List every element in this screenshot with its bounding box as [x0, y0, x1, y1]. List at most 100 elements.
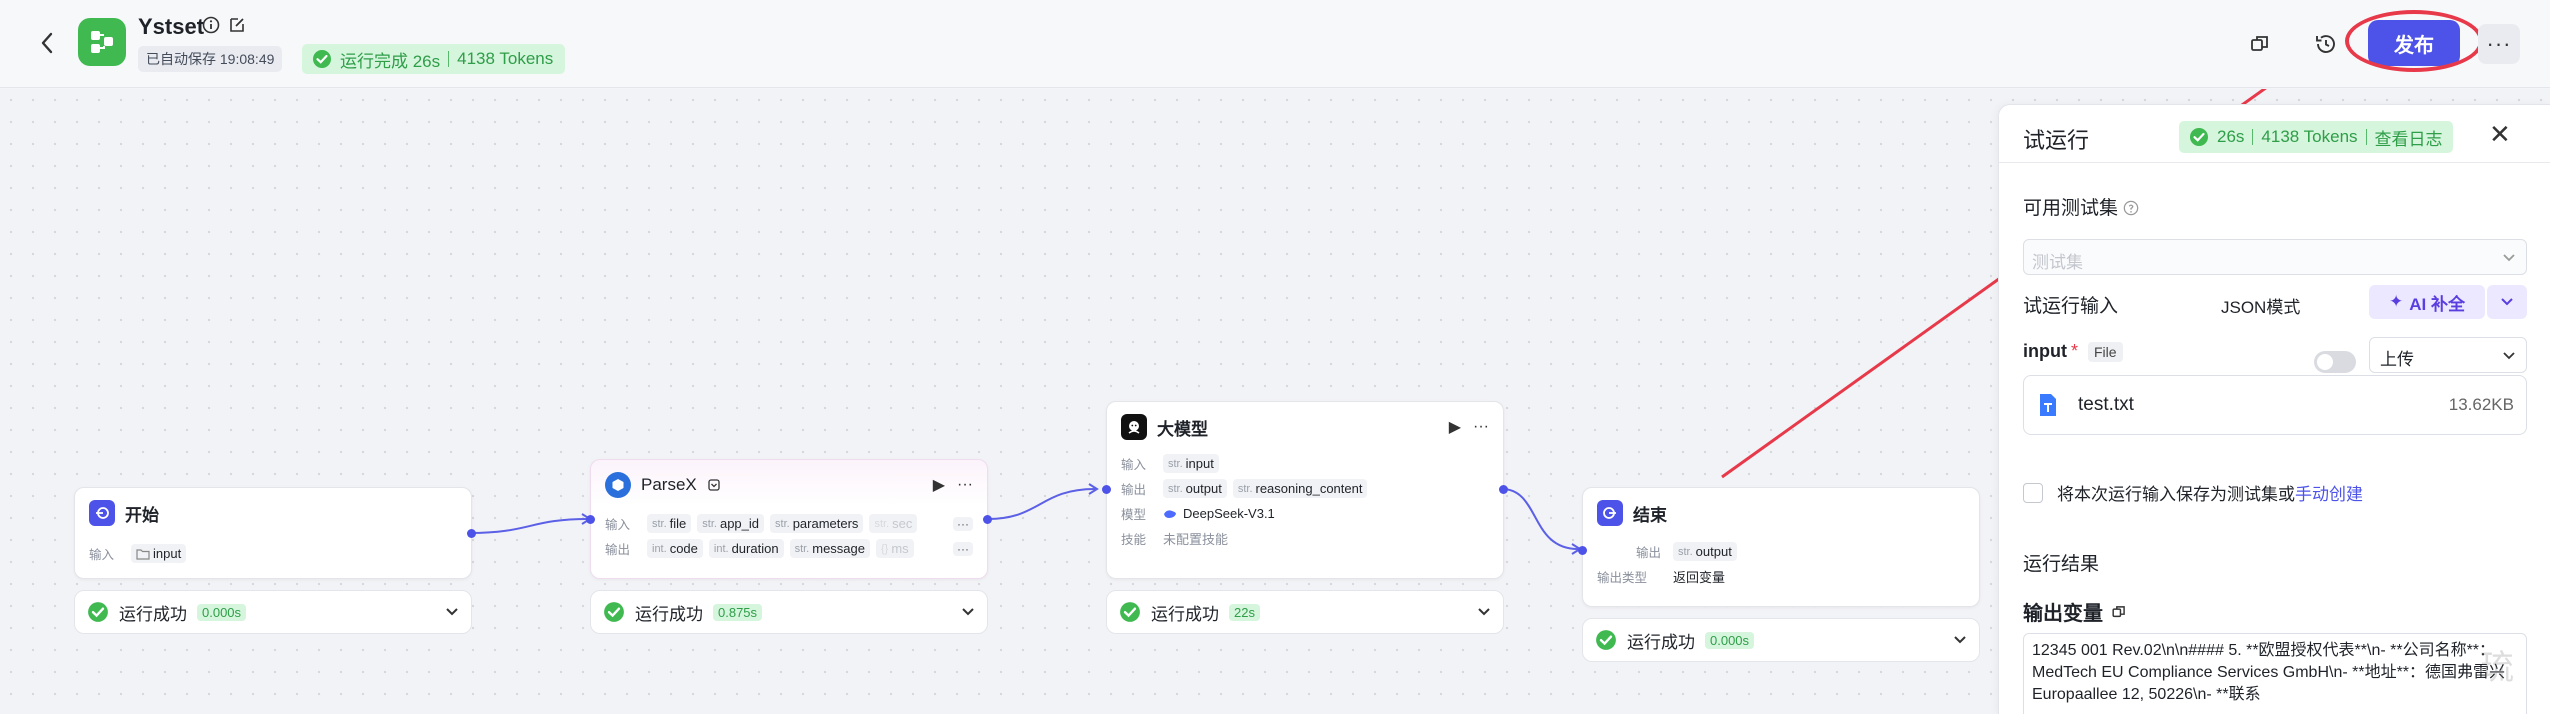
file-size: 13.62KB — [2448, 395, 2514, 414]
variable-tag: input — [131, 544, 187, 563]
output-type-value: 返回变量 — [1673, 570, 1726, 585]
trial-input-label: 试运行输入 — [2023, 296, 2119, 317]
input-name: input — [2023, 341, 2067, 361]
info-icon[interactable] — [202, 16, 220, 39]
row-label: 输入 — [1121, 458, 1147, 472]
node-parsex[interactable]: ParseX ▶ ··· 输入 str. file str. app_id str.… — [590, 459, 988, 579]
variable-name: input — [1185, 456, 1214, 471]
variable-tag: int. code — [647, 539, 703, 558]
copy-icon[interactable] — [2111, 604, 2127, 620]
input-port[interactable] — [1578, 546, 1587, 555]
type-label: str. — [1168, 482, 1183, 495]
more-options-button[interactable]: ··· — [2478, 24, 2520, 64]
variable-name: file — [669, 516, 687, 531]
manual-create-link[interactable]: 手动创建 — [2295, 485, 2363, 504]
variable-tag: str. input — [1163, 454, 1219, 473]
node-llm[interactable]: 大模型 ▶ ··· 输入 str. input 输出 str. output str… — [1106, 401, 1504, 579]
output-port[interactable] — [1499, 485, 1508, 494]
input-type-tag: File — [2088, 341, 2123, 362]
variable-name: parameters — [792, 516, 859, 531]
check-circle-icon — [88, 602, 108, 622]
node-more-icon[interactable]: ··· — [957, 476, 973, 494]
type-label: str. — [1678, 545, 1693, 558]
variable-name: ms — [891, 541, 909, 556]
uploaded-file-card[interactable]: test.txt 13.62KB — [2023, 375, 2527, 435]
run-node-icon[interactable]: ▶ — [1449, 417, 1461, 437]
output-variable-header: 输出变量 — [2023, 597, 2127, 626]
testset-label-text: 可用测试集 — [2023, 198, 2119, 219]
edit-icon[interactable] — [228, 16, 246, 39]
check-circle-icon — [1596, 630, 1616, 650]
node-start[interactable]: 开始 输入 input — [74, 487, 472, 579]
node-input-row: 输入 input — [75, 532, 471, 566]
node-start-status[interactable]: 运行成功 0.000s — [74, 590, 472, 634]
run-tokens-text: 4138 Tokens — [457, 49, 554, 68]
help-icon[interactable] — [2123, 200, 2139, 216]
json-mode-label: JSON模式 — [2221, 298, 2301, 317]
row-label: 模型 — [1121, 508, 1147, 522]
ai-fill-button[interactable]: ✦ AI 补全 — [2369, 285, 2485, 319]
chevron-down-icon — [2503, 254, 2515, 262]
type-label: str. — [794, 542, 810, 555]
back-button[interactable] — [30, 26, 64, 60]
node-more-icon[interactable]: ··· — [1473, 418, 1489, 436]
autosave-status: 已自动保存 19:08:49 — [138, 46, 283, 72]
node-output-row: 输出 str. output str. reasoning_content — [1107, 476, 1503, 501]
chevron-down-icon — [962, 608, 974, 616]
node-end-status[interactable]: 运行成功 0.000s — [1582, 618, 1980, 662]
status-text: 运行成功 — [635, 604, 703, 624]
variable-tag: str. message — [789, 539, 870, 558]
chevron-left-icon — [41, 32, 53, 54]
llm-icon — [1121, 414, 1147, 440]
variable-name: input — [153, 546, 182, 561]
ai-fill-dropdown[interactable] — [2487, 285, 2527, 319]
end-icon — [1597, 500, 1623, 526]
variable-tag: str. app_id — [697, 514, 765, 533]
type-label: str. — [1237, 482, 1253, 495]
json-mode-toggle[interactable] — [2314, 351, 2356, 373]
publish-button[interactable]: 发布 — [2368, 20, 2460, 66]
node-header: 开始 — [75, 488, 471, 532]
type-label: int. — [713, 542, 729, 555]
history-button[interactable] — [2306, 24, 2346, 64]
row-label: 输入 — [89, 548, 115, 562]
more-variables-tag[interactable]: ··· — [953, 541, 973, 556]
skill-value: 未配置技能 — [1163, 532, 1229, 547]
app-name: Ystset — [138, 14, 205, 39]
input-port[interactable] — [1102, 485, 1111, 494]
node-end[interactable]: 结束 输出 str. output 输出类型 返回变量 — [1582, 487, 1980, 607]
variable-tag: {} ms — [875, 539, 914, 558]
node-model-row: 模型 DeepSeek-V3.1 — [1107, 501, 1503, 526]
panel-run-badge: 26s 4138 Tokens 查看日志 — [2179, 121, 2453, 153]
output-port[interactable] — [467, 529, 476, 538]
duration-badge: 0.000s — [1705, 631, 1755, 649]
variable-tag: str. sec — [869, 514, 918, 533]
copy-button[interactable] — [2240, 24, 2280, 64]
more-variables-tag[interactable]: ··· — [953, 516, 973, 531]
variable-name: sec — [892, 516, 913, 531]
testset-placeholder: 测试集 — [2032, 253, 2083, 272]
duration-badge: 22s — [1229, 603, 1260, 621]
chevron-down-icon — [1954, 636, 1966, 644]
output-variable-content[interactable]: 12345 001 Rev.02\n\n#### 5. **欧盟授权代表**\n… — [2023, 633, 2527, 714]
output-port[interactable] — [983, 515, 992, 524]
node-title: 开始 — [125, 505, 159, 525]
upload-select[interactable]: 上传 — [2369, 337, 2527, 373]
close-icon[interactable]: ✕ — [2489, 121, 2511, 147]
input-port[interactable] — [586, 515, 595, 524]
testset-select[interactable]: 测试集 — [2023, 239, 2527, 275]
view-log-link[interactable]: 查看日志 — [2375, 125, 2443, 150]
save-testset-checkbox[interactable] — [2023, 482, 2043, 503]
node-parsex-status[interactable]: 运行成功 0.875s — [590, 590, 988, 634]
input-field-label: input * File — [2023, 341, 2123, 362]
ai-fill-label: AI 补全 — [2409, 294, 2465, 314]
node-header: ParseX ▶ ··· — [591, 460, 987, 504]
upload-label: 上传 — [2380, 350, 2414, 369]
run-status-badge[interactable]: 运行完成 26s 4138 Tokens — [302, 44, 566, 74]
run-node-icon[interactable]: ▶ — [933, 475, 945, 495]
duration-badge: 0.000s — [197, 603, 247, 621]
node-llm-status[interactable]: 运行成功 22s — [1106, 590, 1504, 634]
panel-header: 试运行 26s 4138 Tokens 查看日志 ✕ — [1999, 105, 2550, 163]
row-label: 输出类型 — [1597, 571, 1648, 585]
check-circle-icon — [313, 50, 331, 68]
